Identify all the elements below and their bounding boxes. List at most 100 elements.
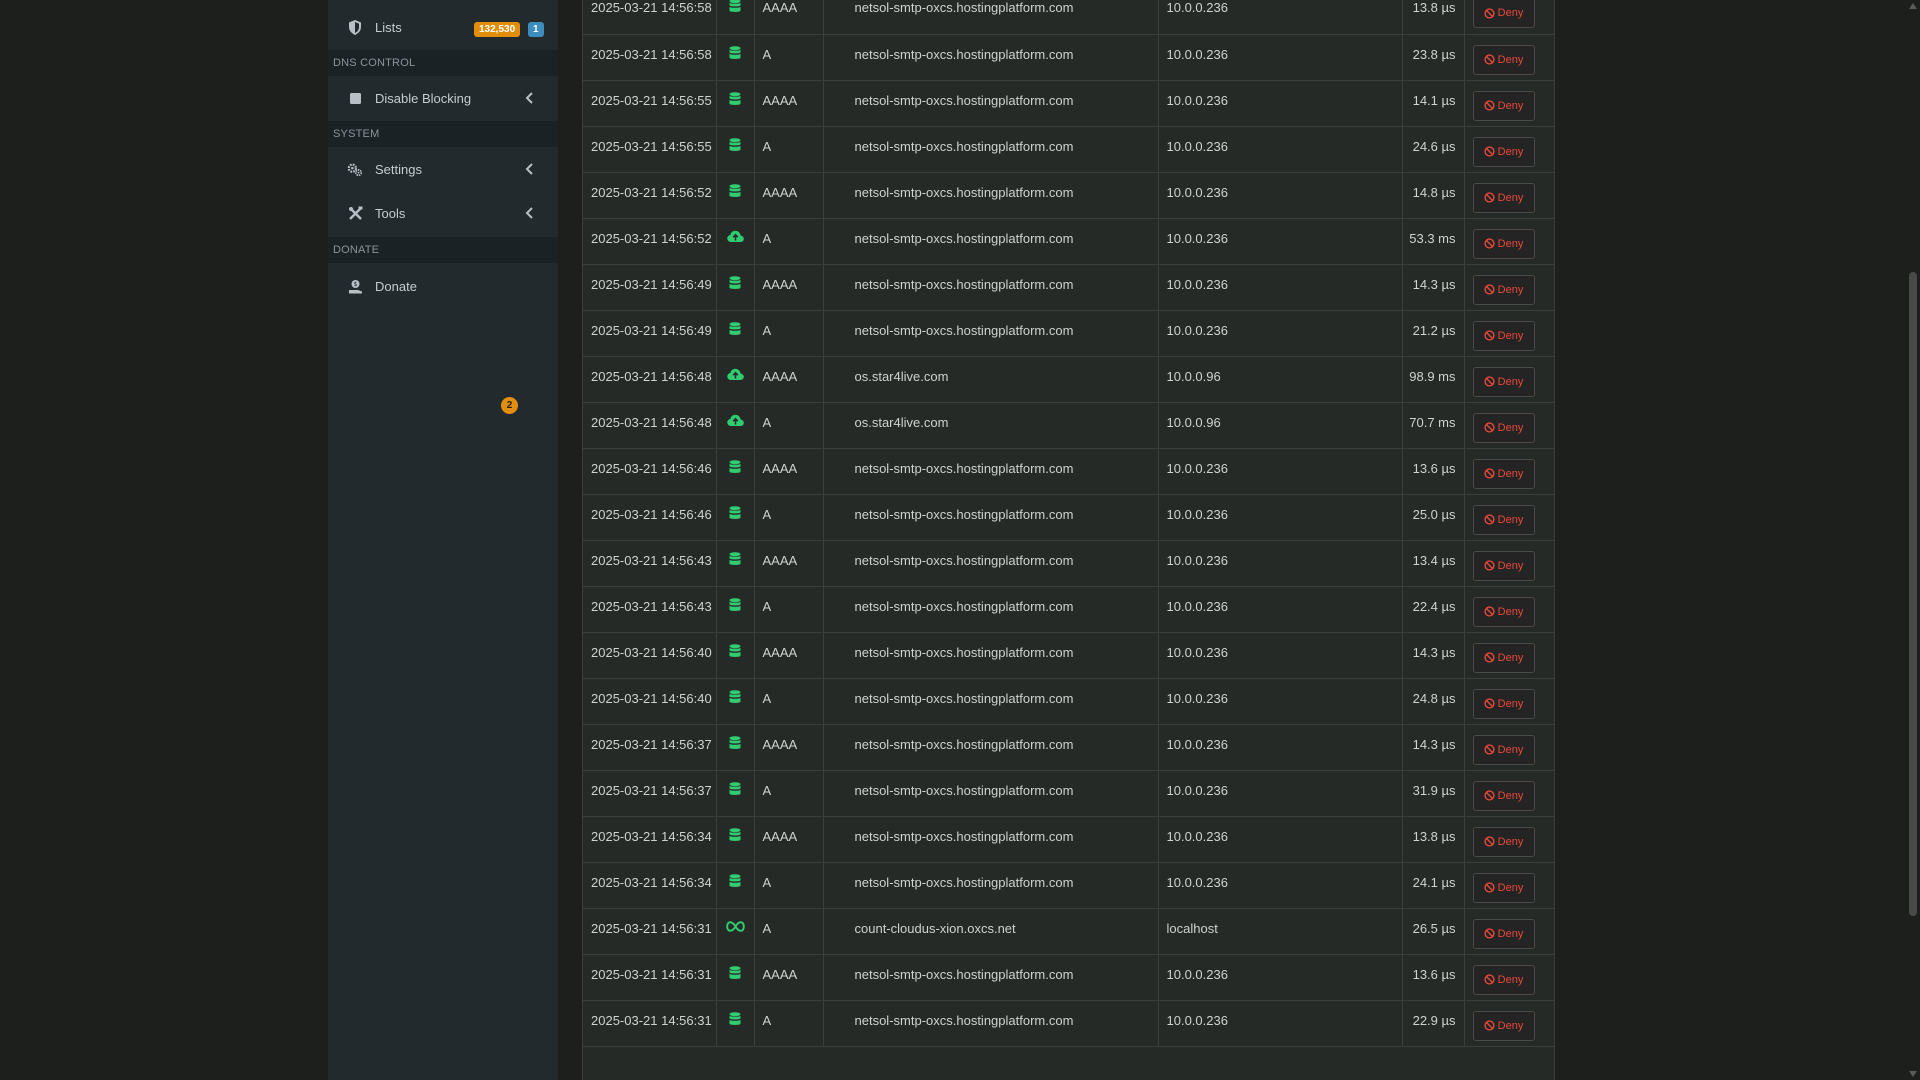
ban-icon	[1484, 514, 1495, 525]
query-domain: count-cloudus-xion.oxcs.net	[823, 908, 1159, 955]
ban-icon	[1484, 836, 1495, 847]
query-reply-time: 24.8 µs	[1402, 678, 1465, 725]
query-type: A	[754, 310, 824, 357]
query-reply-time: 23.8 µs	[1402, 34, 1465, 81]
deny-label: Deny	[1497, 191, 1524, 204]
cache-database-icon	[729, 91, 741, 109]
query-status	[716, 816, 755, 863]
query-status	[716, 1000, 755, 1047]
table-row: 2025-03-21 14:56:46 Anetsol-smtp-oxcs.hos…	[583, 494, 1554, 541]
deny-button[interactable]: Deny	[1472, 872, 1535, 903]
query-action: Deny	[1464, 540, 1554, 587]
deny-button[interactable]: Deny	[1472, 136, 1535, 167]
deny-label: Deny	[1497, 99, 1524, 112]
query-client: 10.0.0.236	[1158, 172, 1403, 219]
query-domain: netsol-smtp-oxcs.hostingplatform.com	[823, 34, 1159, 81]
deny-button[interactable]: Deny	[1472, 320, 1535, 351]
section-header-dns-control: DNS CONTROL	[328, 50, 558, 76]
query-status	[716, 80, 755, 127]
deny-button[interactable]: Deny	[1472, 596, 1535, 627]
deny-button[interactable]: Deny	[1472, 228, 1535, 259]
deny-button[interactable]: Deny	[1472, 366, 1535, 397]
table-row: 2025-03-21 14:56:31 Acount-cloudus-xion.o…	[583, 908, 1554, 955]
chevron-left-icon[interactable]	[522, 205, 538, 221]
deny-button[interactable]: Deny	[1472, 734, 1535, 765]
deny-button[interactable]: Deny	[1472, 90, 1535, 121]
groups-count-badge: 1	[528, 22, 544, 37]
query-time: 2025-03-21 14:56:40	[583, 678, 717, 725]
chevron-left-icon[interactable]	[522, 90, 538, 106]
query-reply-time: 13.6 µs	[1402, 954, 1465, 1001]
sidebar-item-lists[interactable]: Lists 132,530 1	[328, 5, 558, 49]
ban-icon	[1484, 376, 1495, 387]
query-reply-time: 14.1 µs	[1402, 80, 1465, 127]
deny-label: Deny	[1497, 605, 1524, 618]
sidebar-item-settings[interactable]: Settings	[328, 147, 558, 191]
query-status	[716, 356, 755, 403]
cache-database-icon	[729, 689, 741, 707]
table-row: 2025-03-21 14:56:43 Anetsol-smtp-oxcs.hos…	[583, 586, 1554, 633]
query-action: Deny	[1464, 908, 1554, 955]
sidebar-item-tools[interactable]: Tools 2	[328, 191, 558, 414]
sidebar-item-label: Lists	[375, 19, 402, 35]
table-row: 2025-03-21 14:56:34 AAAA netsol-smtp-oxcs.…	[583, 816, 1554, 863]
deny-label: Deny	[1497, 7, 1524, 19]
section-header-donate: DONATE	[328, 237, 558, 263]
deny-button[interactable]: Deny	[1472, 412, 1535, 443]
deny-label: Deny	[1497, 835, 1524, 848]
sidebar-item-disable-blocking[interactable]: Disable Blocking	[328, 76, 558, 120]
ban-icon	[1484, 422, 1495, 433]
deny-button[interactable]: Deny	[1472, 550, 1535, 581]
ban-icon	[1484, 652, 1495, 663]
query-status	[716, 954, 755, 1001]
deny-button[interactable]: Deny	[1472, 688, 1535, 719]
query-client: 10.0.0.236	[1158, 494, 1403, 541]
query-time: 2025-03-21 14:56:52	[583, 218, 717, 265]
ban-icon	[1484, 928, 1495, 939]
deny-label: Deny	[1497, 329, 1524, 342]
query-domain: netsol-smtp-oxcs.hostingplatform.com	[823, 540, 1159, 587]
query-client: 10.0.0.236	[1158, 0, 1403, 35]
deny-button[interactable]: Deny	[1472, 0, 1535, 28]
deny-button[interactable]: Deny	[1472, 964, 1535, 995]
deny-button[interactable]: Deny	[1472, 458, 1535, 489]
query-client: 10.0.0.236	[1158, 678, 1403, 725]
query-time: 2025-03-21 14:56:31	[583, 1000, 717, 1047]
query-client: 10.0.0.236	[1158, 310, 1403, 357]
ban-icon	[1484, 790, 1495, 801]
deny-button[interactable]: Deny	[1472, 826, 1535, 857]
deny-button[interactable]: Deny	[1472, 44, 1535, 75]
deny-button[interactable]: Deny	[1472, 504, 1535, 535]
query-time: 2025-03-21 14:56:52	[583, 172, 717, 219]
query-time: 2025-03-21 14:56:43	[583, 586, 717, 633]
deny-button[interactable]: Deny	[1472, 918, 1535, 949]
deny-button[interactable]: Deny	[1472, 274, 1535, 305]
table-row: 2025-03-21 14:56:58 Anetsol-smtp-oxcs.hos…	[583, 34, 1554, 81]
sidebar-item-donate[interactable]: $ Donate	[328, 264, 558, 308]
scroll-down-arrow-icon[interactable]	[1908, 1070, 1918, 1078]
query-type: A	[754, 586, 824, 633]
query-type: AAAA	[754, 540, 824, 587]
deny-button[interactable]: Deny	[1472, 182, 1535, 213]
chevron-left-icon[interactable]	[522, 161, 538, 177]
query-action: Deny	[1464, 494, 1554, 541]
scrollbar-thumb[interactable]	[1909, 272, 1917, 916]
query-action: Deny	[1464, 678, 1554, 725]
scroll-up-arrow-icon[interactable]	[1908, 2, 1918, 10]
cache-database-icon	[729, 643, 741, 661]
deny-button[interactable]: Deny	[1472, 780, 1535, 811]
section-header-system: SYSTEM	[328, 121, 558, 147]
deny-label: Deny	[1497, 743, 1524, 756]
deny-button[interactable]: Deny	[1472, 1010, 1535, 1041]
table-row: 2025-03-21 14:56:48 Aos.star4live.com 10.0…	[583, 402, 1554, 449]
query-action: Deny	[1464, 356, 1554, 403]
deny-button[interactable]: Deny	[1472, 642, 1535, 673]
sidebar-item-label: Settings	[375, 161, 422, 177]
query-time: 2025-03-21 14:56:34	[583, 816, 717, 863]
query-domain: netsol-smtp-oxcs.hostingplatform.com	[823, 862, 1159, 909]
query-action: Deny	[1464, 172, 1554, 219]
query-action: Deny	[1464, 770, 1554, 817]
deny-label: Deny	[1497, 697, 1524, 710]
cache-database-icon	[729, 551, 741, 569]
query-action: Deny	[1464, 310, 1554, 357]
